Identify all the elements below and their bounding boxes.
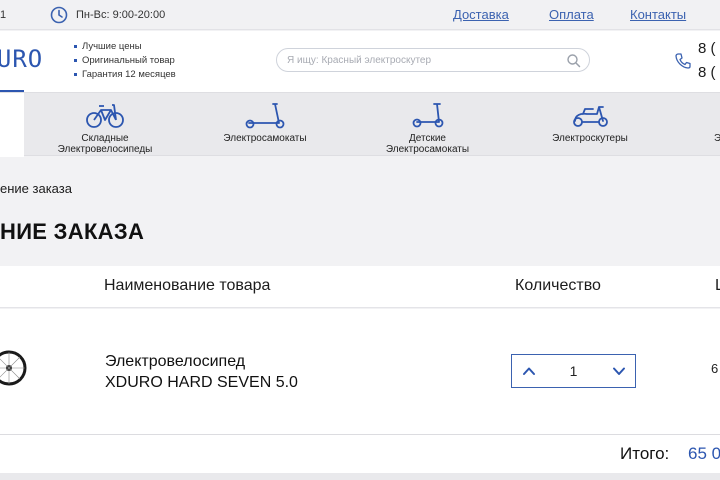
category-nav: Складные Электровелосипеды Электросамока… xyxy=(0,92,720,157)
cart-table-header: Наименование товара Количество Ц xyxy=(0,266,720,308)
breadcrumb[interactable]: ение заказа xyxy=(0,181,72,196)
site-header: XDURO Лучшие цены Оригинальный товар Гар… xyxy=(0,31,720,93)
nav-item-escooters[interactable]: Электросамокаты xyxy=(205,93,325,157)
bottom-divider xyxy=(0,473,720,480)
bike-icon xyxy=(86,104,124,128)
quantity-decrease-button[interactable] xyxy=(602,355,636,387)
moped-icon xyxy=(573,106,608,127)
quantity-increase-button[interactable] xyxy=(512,355,546,387)
total-bar: Итого: 65 0 xyxy=(0,435,720,473)
nav-item-kids-escooters[interactable]: Детские Электросамокаты xyxy=(370,93,485,157)
contacts-link[interactable]: Контакты xyxy=(630,7,686,22)
nav-item-label: Электросамокаты xyxy=(223,133,307,144)
search-icon[interactable] xyxy=(566,53,581,68)
header-quantity: Количество xyxy=(515,277,601,294)
payment-link[interactable]: Оплата xyxy=(549,7,594,22)
product-model: XDURO HARD SEVEN 5.0 xyxy=(105,374,298,391)
nav-item-folding-ebikes[interactable]: Складные Электровелосипеды xyxy=(40,93,170,157)
product-price: 6 xyxy=(711,361,719,376)
feature-item: Лучшие цены xyxy=(74,40,176,54)
nav-item-more[interactable]: Э xyxy=(705,93,720,157)
search-input[interactable] xyxy=(287,53,557,68)
nav-item-label: Э xyxy=(714,133,720,144)
working-hours: Пн-Вс: 9:00-20:00 xyxy=(76,9,166,21)
total-label: Итого: xyxy=(620,444,670,463)
nav-item-label: Электроскутеры xyxy=(552,133,628,144)
quantity-stepper xyxy=(511,354,636,388)
product-image[interactable] xyxy=(0,349,28,387)
logo-text: XDURO xyxy=(0,45,44,73)
feature-item: Оригинальный товар xyxy=(74,54,176,68)
checkout-page: 1 Пн-Вс: 9:00-20:00 Доставка Оплата Конт… xyxy=(0,0,720,480)
phone-number-2[interactable]: 8 ( xyxy=(698,64,716,81)
scooter-icon xyxy=(245,103,285,129)
header-price: Ц xyxy=(715,277,720,295)
clock-icon xyxy=(50,6,68,24)
header-product-name: Наименование товара xyxy=(104,277,271,294)
kids-scooter-icon xyxy=(412,103,443,128)
nav-item-label: Детские Электросамокаты xyxy=(385,133,470,155)
delivery-link[interactable]: Доставка xyxy=(453,7,509,22)
phone-icon xyxy=(675,53,691,69)
nav-item-label: Складные Электровелосипеды xyxy=(57,133,153,155)
nav-item-emopeds[interactable]: Электроскутеры xyxy=(535,93,645,157)
page-title: НИЕ ЗАКАЗА xyxy=(0,219,145,244)
logo[interactable]: XDURO xyxy=(0,45,77,73)
features-list: Лучшие цены Оригинальный товар Гарантия … xyxy=(74,40,176,82)
product-type: Электровелосипед xyxy=(105,353,246,370)
search-box xyxy=(276,48,590,72)
chevron-up-icon xyxy=(523,367,535,375)
total-value: 65 0 xyxy=(688,444,720,463)
phone-number-1[interactable]: 8 ( xyxy=(698,40,716,57)
product-name[interactable]: Электровелосипед XDURO HARD SEVEN 5.0 xyxy=(105,351,298,393)
phone-fragment: 1 xyxy=(0,9,7,21)
chevron-down-icon xyxy=(613,367,625,375)
feature-item: Гарантия 12 месяцев xyxy=(74,68,176,82)
table-row: Электровелосипед XDURO HARD SEVEN 5.0 6 xyxy=(0,309,720,435)
quantity-input[interactable] xyxy=(546,362,601,380)
top-bar: 1 Пн-Вс: 9:00-20:00 Доставка Оплата Конт… xyxy=(0,0,720,30)
nav-active-tab[interactable] xyxy=(0,93,24,157)
